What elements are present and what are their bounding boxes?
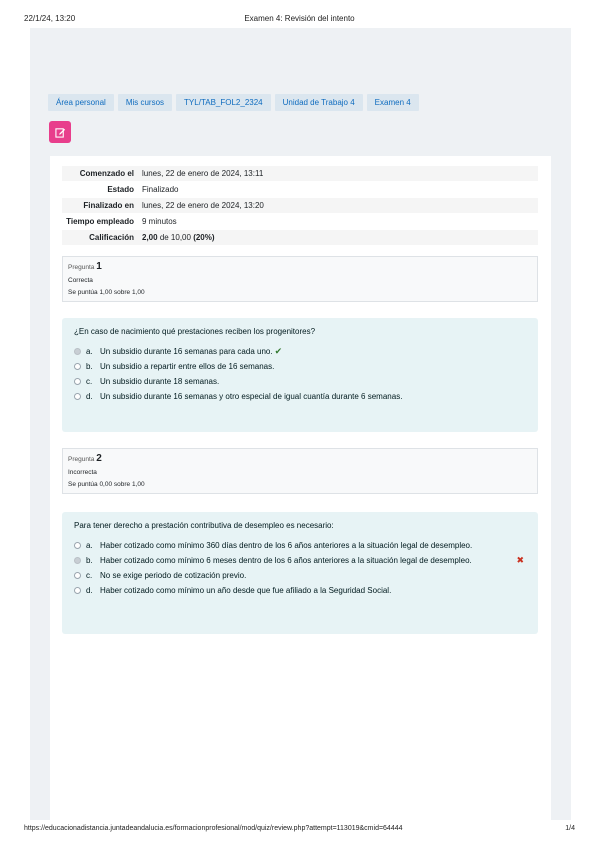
answer-letter: b. bbox=[86, 362, 93, 371]
correct-check-icon: ✔ bbox=[274, 346, 283, 356]
page-canvas: Área personal Mis cursos TYL/TAB_FOL2_23… bbox=[30, 28, 571, 820]
radio[interactable] bbox=[74, 572, 81, 579]
answer-letter: a. bbox=[86, 347, 93, 356]
radio-selected[interactable] bbox=[74, 557, 81, 564]
grade-suffix: de 10,00 bbox=[159, 233, 191, 242]
summary-row-finished: Finalizado en lunes, 22 de enero de 2024… bbox=[62, 198, 538, 214]
answer-text: Un subsidio durante 16 semanas para cada… bbox=[100, 347, 273, 356]
question-text: Para tener derecho a prestación contribu… bbox=[74, 521, 334, 530]
edit-button[interactable] bbox=[49, 121, 71, 143]
radio[interactable] bbox=[74, 378, 81, 385]
answer-text: Un subsidio durante 18 semanas. bbox=[100, 377, 220, 386]
answer-text: Haber cotizado como mínimo un año desde … bbox=[100, 586, 392, 595]
answer-letter: d. bbox=[86, 392, 93, 401]
summary-row-started: Comenzado el lunes, 22 de enero de 2024,… bbox=[62, 166, 538, 182]
print-page-number: 1/4 bbox=[565, 825, 575, 832]
question-prefix: Pregunta bbox=[68, 264, 95, 271]
attempt-summary-table: Comenzado el lunes, 22 de enero de 2024,… bbox=[62, 166, 538, 246]
answer-option-b[interactable]: b. Un subsidio a repartir entre ellos de… bbox=[74, 361, 526, 372]
radio[interactable] bbox=[74, 587, 81, 594]
breadcrumb-area-personal[interactable]: Área personal bbox=[48, 94, 114, 111]
answer-text: Haber cotizado como mínimo 360 días dent… bbox=[100, 541, 473, 550]
answer-text: Haber cotizado como mínimo 6 meses dentr… bbox=[100, 556, 472, 565]
answer-letter: a. bbox=[86, 541, 93, 550]
breadcrumb-course[interactable]: TYL/TAB_FOL2_2324 bbox=[176, 94, 271, 111]
print-header: 22/1/24, 13:20 Examen 4: Revisión del in… bbox=[24, 14, 575, 26]
summary-row-state: Estado Finalizado bbox=[62, 182, 538, 198]
question-mark: Se puntúa 0,00 sobre 1,00 bbox=[68, 481, 145, 488]
question-info-2: Pregunta 2 Incorrecta Se puntúa 0,00 sob… bbox=[62, 448, 538, 494]
summary-label: Finalizado en bbox=[83, 201, 134, 210]
summary-row-grade: Calificación 2,00 de 10,00 (20%) bbox=[62, 230, 538, 246]
breadcrumb-mis-cursos[interactable]: Mis cursos bbox=[117, 94, 173, 111]
question-number-value: 1 bbox=[96, 261, 102, 272]
answer-option-d[interactable]: d. Un subsidio durante 16 semanas y otro… bbox=[74, 391, 526, 402]
print-url: https://educacionadistancia.juntadeandal… bbox=[24, 825, 403, 832]
answer-option-d[interactable]: d. Haber cotizado como mínimo un año des… bbox=[74, 585, 526, 596]
incorrect-cross-icon: ✖ bbox=[516, 555, 524, 565]
summary-value: Finalizado bbox=[142, 185, 179, 194]
question-box-2: Para tener derecho a prestación contribu… bbox=[62, 512, 538, 634]
question-number: Pregunta 1 bbox=[68, 261, 532, 272]
summary-value: 2,00 de 10,00 (20%) bbox=[140, 230, 538, 245]
summary-value: lunes, 22 de enero de 2024, 13:11 bbox=[142, 169, 264, 178]
answer-option-a[interactable]: a. Un subsidio durante 16 semanas para c… bbox=[74, 346, 526, 357]
edit-icon bbox=[54, 127, 65, 138]
summary-label: Tiempo empleado bbox=[66, 217, 134, 226]
answer-letter: c. bbox=[86, 571, 93, 580]
question-text: ¿En caso de nacimiento qué prestaciones … bbox=[74, 327, 316, 336]
answer-text: Un subsidio a repartir entre ellos de 16… bbox=[100, 362, 275, 371]
radio[interactable] bbox=[74, 542, 81, 549]
summary-row-time: Tiempo empleado 9 minutos bbox=[62, 214, 538, 230]
answer-text-wrap: Un subsidio durante 16 semanas para cada… bbox=[100, 346, 502, 357]
answer-option-b[interactable]: b. Haber cotizado como mínimo 6 meses de… bbox=[74, 555, 526, 566]
print-footer: https://educacionadistancia.juntadeandal… bbox=[24, 825, 575, 837]
breadcrumb-exam[interactable]: Examen 4 bbox=[366, 94, 419, 111]
answer-option-c[interactable]: c. No se exige periodo de cotización pre… bbox=[74, 570, 526, 581]
question-prefix: Pregunta bbox=[68, 456, 95, 463]
question-state: Correcta bbox=[68, 277, 93, 284]
answer-letter: d. bbox=[86, 586, 93, 595]
question-number: Pregunta 2 bbox=[68, 453, 532, 464]
summary-label: Estado bbox=[107, 185, 134, 194]
review-content: Comenzado el lunes, 22 de enero de 2024,… bbox=[50, 156, 551, 820]
breadcrumb: Área personal Mis cursos TYL/TAB_FOL2_23… bbox=[48, 94, 419, 111]
question-box-1: ¿En caso de nacimiento qué prestaciones … bbox=[62, 318, 538, 432]
question-mark: Se puntúa 1,00 sobre 1,00 bbox=[68, 289, 145, 296]
answer-text: Un subsidio durante 16 semanas y otro es… bbox=[100, 392, 403, 401]
print-title: Examen 4: Revisión del intento bbox=[244, 14, 355, 23]
question-info-1: Pregunta 1 Correcta Se puntúa 1,00 sobre… bbox=[62, 256, 538, 302]
summary-label: Calificación bbox=[89, 233, 134, 242]
grade-percent: (20%) bbox=[193, 233, 215, 242]
answer-text: No se exige periodo de cotización previo… bbox=[100, 571, 247, 580]
summary-value: lunes, 22 de enero de 2024, 13:20 bbox=[142, 201, 264, 210]
radio[interactable] bbox=[74, 393, 81, 400]
grade-score: 2,00 bbox=[142, 233, 158, 242]
radio[interactable] bbox=[74, 363, 81, 370]
answer-letter: b. bbox=[86, 556, 93, 565]
question-number-value: 2 bbox=[96, 453, 102, 464]
summary-value: 9 minutos bbox=[142, 217, 177, 226]
breadcrumb-unit[interactable]: Unidad de Trabajo 4 bbox=[274, 94, 363, 111]
answer-letter: c. bbox=[86, 377, 93, 386]
summary-label: Comenzado el bbox=[79, 169, 134, 178]
answer-option-c[interactable]: c. Un subsidio durante 18 semanas. bbox=[74, 376, 526, 387]
answer-option-a[interactable]: a. Haber cotizado como mínimo 360 días d… bbox=[74, 540, 526, 551]
question-state: Incorrecta bbox=[68, 469, 97, 476]
radio-selected[interactable] bbox=[74, 348, 81, 355]
